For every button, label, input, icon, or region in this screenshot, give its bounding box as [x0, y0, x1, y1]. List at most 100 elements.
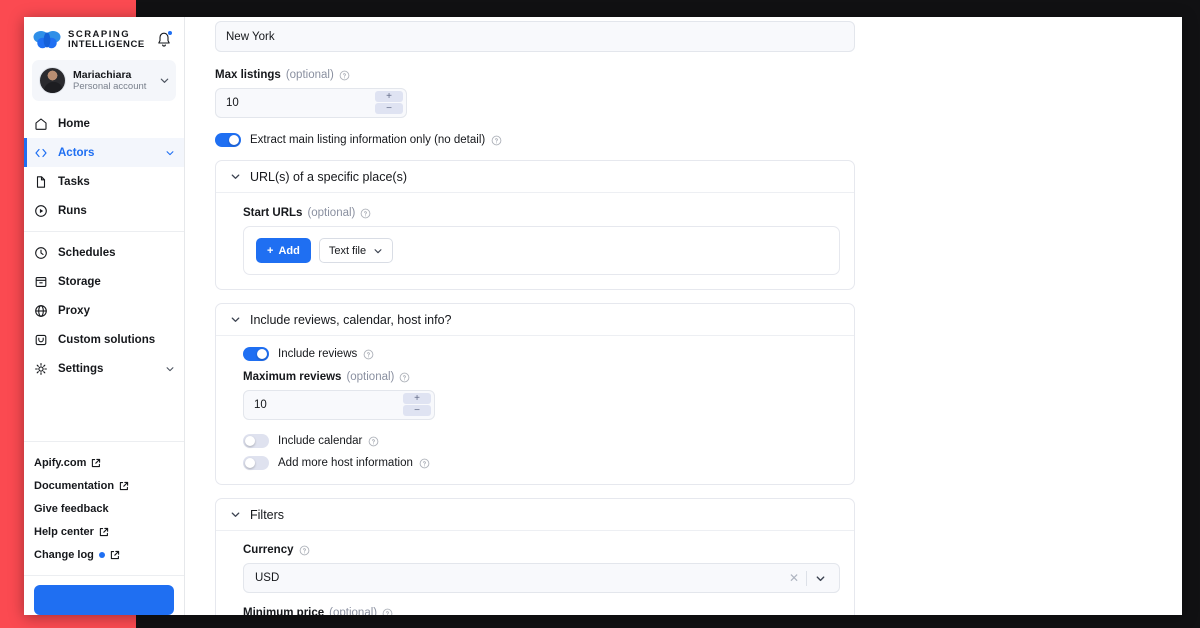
- question-circle-icon[interactable]: [491, 135, 502, 146]
- question-circle-icon[interactable]: [368, 436, 379, 447]
- panel-filters: Filters Currency USD ✕ Minimum price (op…: [215, 498, 855, 615]
- question-circle-icon[interactable]: [360, 208, 371, 219]
- add-url-button[interactable]: + Add: [256, 238, 311, 263]
- chevron-down-icon: [230, 314, 241, 325]
- extract-main-only-label: Extract main listing information only (n…: [250, 134, 486, 146]
- main-content: New York Max listings (optional) 10 + −: [185, 17, 1182, 615]
- sidebar-item-runs[interactable]: Runs: [24, 196, 184, 225]
- link-label: Documentation: [34, 479, 115, 492]
- sidebar-item-label: Actors: [58, 146, 95, 159]
- external-link-icon: [119, 481, 129, 491]
- sidebar-item-home[interactable]: Home: [24, 109, 184, 138]
- start-urls-label: Start URLs: [243, 207, 303, 219]
- chevron-down-icon: [159, 75, 170, 86]
- panel-specific-urls-header[interactable]: URL(s) of a specific place(s): [216, 161, 854, 193]
- max-listings-value: 10: [226, 97, 239, 109]
- play-circle-icon: [34, 204, 48, 218]
- sidebar-item-custom-solutions[interactable]: Custom solutions: [24, 325, 184, 354]
- max-listings-optional: (optional): [285, 69, 334, 81]
- sidebar-item-storage[interactable]: Storage: [24, 267, 184, 296]
- location-input[interactable]: New York: [215, 21, 855, 52]
- include-reviews-label-wrap: Include reviews: [278, 348, 374, 360]
- sidebar-item-label: Tasks: [58, 175, 90, 188]
- plus-icon[interactable]: +: [375, 91, 403, 102]
- link-apify-com[interactable]: Apify.com: [24, 451, 184, 474]
- notification-badge-dot: [167, 29, 173, 36]
- sidebar: SCRAPING INTELLIGENCE Mariachiara Person…: [24, 17, 185, 615]
- link-help-center[interactable]: Help center: [24, 520, 184, 543]
- question-circle-icon[interactable]: [363, 349, 374, 360]
- panel-reviews-header[interactable]: Include reviews, calendar, host info?: [216, 304, 854, 336]
- sidebar-item-proxy[interactable]: Proxy: [24, 296, 184, 325]
- toggle-knob: [257, 349, 267, 359]
- notification-bell-icon[interactable]: [156, 29, 173, 49]
- toggle-knob: [245, 436, 255, 446]
- sidebar-item-tasks[interactable]: Tasks: [24, 167, 184, 196]
- question-circle-icon[interactable]: [419, 458, 430, 469]
- panel-reviews-body: Include reviews Maximum reviews (optiona…: [216, 336, 854, 484]
- sidebar-item-label: Storage: [58, 275, 101, 288]
- panel-reviews-title: Include reviews, calendar, host info?: [250, 312, 452, 327]
- toggle-knob: [245, 458, 255, 468]
- home-icon: [34, 117, 48, 131]
- minus-icon[interactable]: −: [403, 405, 431, 416]
- sidebar-item-schedules[interactable]: Schedules: [24, 238, 184, 267]
- chevron-down-icon[interactable]: [807, 573, 831, 584]
- globe-icon: [34, 304, 48, 318]
- chevron-down-icon: [230, 171, 241, 182]
- question-circle-icon[interactable]: [382, 608, 393, 615]
- question-circle-icon[interactable]: [339, 70, 350, 81]
- account-name: Mariachiara: [73, 68, 132, 81]
- account-subtitle: Personal account: [73, 81, 147, 93]
- include-reviews-toggle[interactable]: [243, 347, 269, 361]
- max-listings-label-row: Max listings (optional): [215, 69, 885, 81]
- link-label: Change log: [34, 548, 94, 561]
- link-documentation[interactable]: Documentation: [24, 474, 184, 497]
- panel-filters-body: Currency USD ✕ Minimum price (optional): [216, 531, 854, 615]
- extract-main-only-toggle[interactable]: [215, 133, 241, 147]
- currency-select[interactable]: USD ✕: [243, 563, 840, 593]
- question-circle-icon[interactable]: [399, 372, 410, 383]
- brand-header: SCRAPING INTELLIGENCE: [24, 17, 184, 60]
- panel-filters-header[interactable]: Filters: [216, 499, 854, 531]
- sidebar-item-settings[interactable]: Settings: [24, 354, 184, 383]
- clear-x-icon[interactable]: ✕: [782, 571, 806, 585]
- external-link-icon: [110, 550, 120, 560]
- sidebar-nav-secondary: Schedules Storage Proxy Custom solutions: [24, 231, 184, 383]
- butterfly-logo-icon: [32, 29, 62, 51]
- brand-wordmark: SCRAPING INTELLIGENCE: [68, 28, 150, 50]
- start-urls-optional: (optional): [307, 207, 356, 219]
- sidebar-item-actors[interactable]: Actors: [24, 138, 184, 167]
- stepper-buttons: + −: [403, 393, 431, 416]
- sidebar-item-label: Custom solutions: [58, 333, 156, 346]
- panel-specific-urls: URL(s) of a specific place(s) Start URLs…: [215, 160, 855, 290]
- add-url-button-label: Add: [278, 244, 300, 257]
- panel-specific-urls-body: Start URLs (optional) + Add Text file: [216, 193, 854, 289]
- avatar: [39, 67, 66, 94]
- url-source-select[interactable]: Text file: [318, 238, 394, 263]
- include-calendar-label: Include calendar: [278, 435, 363, 447]
- question-circle-icon[interactable]: [299, 545, 310, 556]
- unread-dot-icon: [98, 551, 105, 558]
- sidebar-cta-button[interactable]: [34, 585, 174, 615]
- sidebar-cta-container: [24, 575, 184, 615]
- plus-icon[interactable]: +: [403, 393, 431, 404]
- external-link-icon: [99, 527, 109, 537]
- toggle-knob: [229, 135, 239, 145]
- account-info: Mariachiara Personal account: [73, 69, 152, 93]
- sidebar-item-label: Home: [58, 117, 90, 130]
- add-host-info-toggle[interactable]: [243, 456, 269, 470]
- minimum-price-label-row: Minimum price (optional): [243, 607, 840, 615]
- include-calendar-toggle[interactable]: [243, 434, 269, 448]
- link-change-log[interactable]: Change log: [24, 543, 184, 566]
- include-reviews-row: Include reviews: [243, 347, 840, 361]
- chevron-down-icon: [373, 246, 383, 256]
- link-give-feedback[interactable]: Give feedback: [24, 497, 184, 520]
- minus-icon[interactable]: −: [375, 103, 403, 114]
- stepper-buttons: + −: [375, 91, 403, 114]
- account-switcher[interactable]: Mariachiara Personal account: [32, 60, 176, 101]
- max-listings-stepper[interactable]: 10 + −: [215, 88, 407, 118]
- maximum-reviews-stepper[interactable]: 10 + −: [243, 390, 435, 420]
- brand-line-1: SCRAPING: [68, 28, 131, 40]
- chevron-down-icon: [165, 148, 175, 158]
